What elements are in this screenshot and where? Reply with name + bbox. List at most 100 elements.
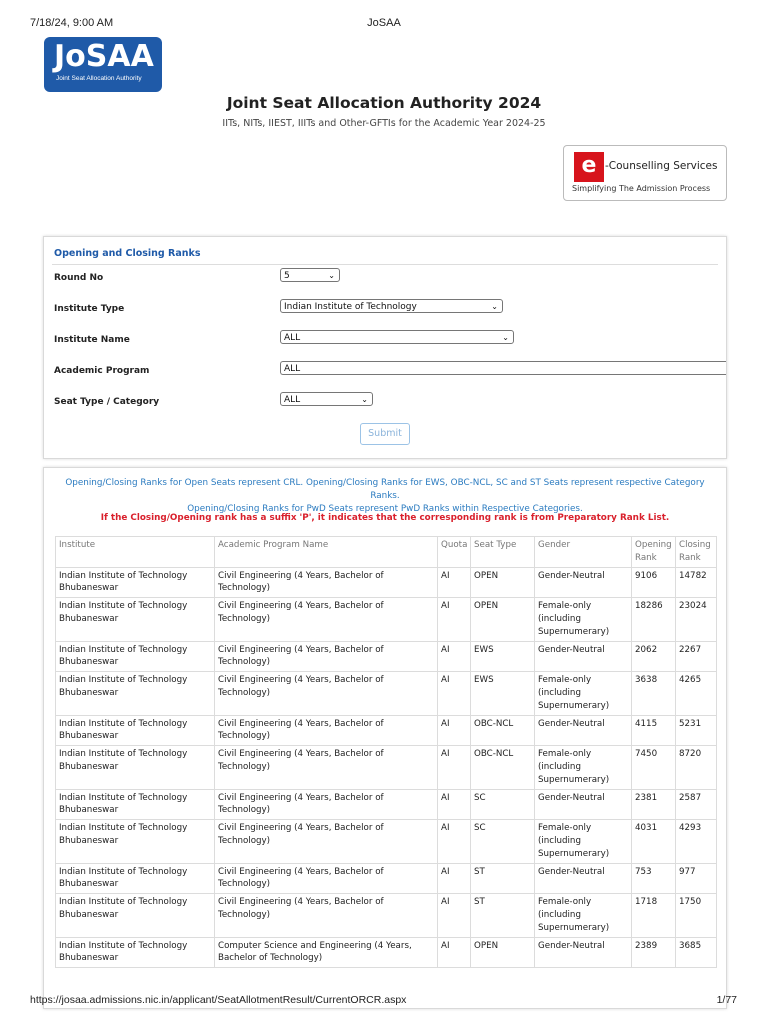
round-no-label: Round No bbox=[54, 273, 104, 283]
institute-name-value: ALL bbox=[284, 333, 301, 343]
cell-quota: AI bbox=[437, 714, 471, 747]
table-row: Indian Institute of Technology Bhubanesw… bbox=[55, 671, 717, 716]
cell-seat-type: SC bbox=[470, 819, 535, 864]
cell-quota: AI bbox=[437, 566, 471, 599]
cell-opening-rank: 4031 bbox=[631, 819, 676, 864]
cell-seat-type: OBC-NCL bbox=[470, 714, 535, 747]
cell-seat-type: EWS bbox=[470, 640, 535, 673]
institute-type-value: Indian Institute of Technology bbox=[284, 302, 417, 312]
table-row: Indian Institute of Technology Bhubanesw… bbox=[55, 597, 717, 642]
cell-opening-rank: 7450 bbox=[631, 745, 676, 790]
cell-institute: Indian Institute of Technology Bhubanesw… bbox=[55, 714, 215, 747]
preparatory-warning: If the Closing/Opening rank has a suffix… bbox=[100, 513, 670, 523]
print-page-title: JoSAA bbox=[367, 17, 401, 29]
cell-closing-rank: 23024 bbox=[675, 597, 717, 642]
cell-institute: Indian Institute of Technology Bhubanesw… bbox=[55, 640, 215, 673]
cell-quota: AI bbox=[437, 893, 471, 938]
cell-gender: Gender-Neutral bbox=[534, 566, 632, 599]
cell-gender: Gender-Neutral bbox=[534, 640, 632, 673]
col-header-closing-rank[interactable]: Closing Rank bbox=[675, 536, 717, 568]
cell-quota: AI bbox=[437, 936, 471, 969]
seat-type-label: Seat Type / Category bbox=[54, 397, 160, 407]
cell-quota: AI bbox=[437, 597, 471, 642]
cell-quota: AI bbox=[437, 640, 471, 673]
cell-institute: Indian Institute of Technology Bhubanesw… bbox=[55, 862, 215, 895]
academic-program-value: ALL bbox=[284, 364, 301, 374]
cell-seat-type: OPEN bbox=[470, 597, 535, 642]
form-divider bbox=[52, 264, 718, 265]
seat-type-value: ALL bbox=[284, 395, 301, 405]
cell-opening-rank: 2381 bbox=[631, 788, 676, 821]
cell-program: Civil Engineering (4 Years, Bachelor of … bbox=[214, 566, 438, 599]
cell-quota: AI bbox=[437, 819, 471, 864]
table-row: Indian Institute of Technology Bhubanesw… bbox=[55, 745, 717, 790]
col-header-seat-type[interactable]: Seat Type bbox=[470, 536, 535, 568]
cell-seat-type: ST bbox=[470, 893, 535, 938]
cell-opening-rank: 3638 bbox=[631, 671, 676, 716]
logo-subtitle: Joint Seat Allocation Authority bbox=[56, 75, 142, 82]
orcr-results-panel: Opening/Closing Ranks for Open Seats rep… bbox=[43, 467, 727, 1009]
cell-closing-rank: 5231 bbox=[675, 714, 717, 747]
cell-institute: Indian Institute of Technology Bhubanesw… bbox=[55, 893, 215, 938]
cell-institute: Indian Institute of Technology Bhubanesw… bbox=[55, 566, 215, 599]
seat-type-select[interactable]: ALL ⌄ bbox=[280, 392, 373, 406]
chevron-down-icon: ⌄ bbox=[328, 271, 335, 280]
cell-opening-rank: 1718 bbox=[631, 893, 676, 938]
institute-name-label: Institute Name bbox=[54, 335, 130, 345]
submit-button[interactable]: Submit bbox=[360, 423, 410, 445]
cell-opening-rank: 2389 bbox=[631, 936, 676, 969]
round-no-select[interactable]: 5 ⌄ bbox=[280, 268, 340, 282]
ecounselling-logo[interactable]: e -Counselling Services Simplifying The … bbox=[563, 145, 727, 201]
cell-closing-rank: 8720 bbox=[675, 745, 717, 790]
print-page-number: 1/77 bbox=[716, 994, 737, 1006]
col-header-opening-rank[interactable]: Opening Rank bbox=[631, 536, 676, 568]
academic-program-select[interactable]: ALL bbox=[280, 361, 726, 375]
cell-closing-rank: 14782 bbox=[675, 566, 717, 599]
cell-gender: Female-only (including Supernumerary) bbox=[534, 597, 632, 642]
cell-program: Civil Engineering (4 Years, Bachelor of … bbox=[214, 819, 438, 864]
table-row: Indian Institute of Technology Bhubanesw… bbox=[55, 936, 717, 969]
page-title: Joint Seat Allocation Authority 2024 bbox=[226, 94, 542, 112]
cell-institute: Indian Institute of Technology Bhubanesw… bbox=[55, 597, 215, 642]
chevron-down-icon: ⌄ bbox=[502, 333, 509, 342]
col-header-quota[interactable]: Quota bbox=[437, 536, 471, 568]
col-header-institute[interactable]: Institute bbox=[55, 536, 215, 568]
table-row: Indian Institute of Technology Bhubanesw… bbox=[55, 893, 717, 938]
cell-program: Civil Engineering (4 Years, Bachelor of … bbox=[214, 788, 438, 821]
cell-seat-type: OBC-NCL bbox=[470, 745, 535, 790]
cell-seat-type: OPEN bbox=[470, 936, 535, 969]
cell-closing-rank: 2587 bbox=[675, 788, 717, 821]
table-row: Indian Institute of Technology Bhubanesw… bbox=[55, 862, 717, 895]
cell-quota: AI bbox=[437, 862, 471, 895]
chevron-down-icon: ⌄ bbox=[491, 302, 498, 311]
cell-seat-type: EWS bbox=[470, 671, 535, 716]
cell-opening-rank: 4115 bbox=[631, 714, 676, 747]
institute-name-select[interactable]: ALL ⌄ bbox=[280, 330, 514, 344]
col-header-program[interactable]: Academic Program Name bbox=[214, 536, 438, 568]
cell-seat-type: ST bbox=[470, 862, 535, 895]
cell-program: Civil Engineering (4 Years, Bachelor of … bbox=[214, 745, 438, 790]
cell-seat-type: SC bbox=[470, 788, 535, 821]
institute-type-label: Institute Type bbox=[54, 304, 125, 314]
cell-quota: AI bbox=[437, 671, 471, 716]
institute-type-select[interactable]: Indian Institute of Technology ⌄ bbox=[280, 299, 503, 313]
table-row: Indian Institute of Technology Bhubanesw… bbox=[55, 640, 717, 673]
table-row: Indian Institute of Technology Bhubanesw… bbox=[55, 788, 717, 821]
cell-gender: Female-only (including Supernumerary) bbox=[534, 745, 632, 790]
cell-closing-rank: 3685 bbox=[675, 936, 717, 969]
cell-gender: Female-only (including Supernumerary) bbox=[534, 893, 632, 938]
cell-gender: Gender-Neutral bbox=[534, 788, 632, 821]
cell-program: Civil Engineering (4 Years, Bachelor of … bbox=[214, 640, 438, 673]
cell-opening-rank: 753 bbox=[631, 862, 676, 895]
col-header-gender[interactable]: Gender bbox=[534, 536, 632, 568]
rank-info-line-1: Opening/Closing Ranks for Open Seats rep… bbox=[65, 478, 705, 501]
cell-opening-rank: 2062 bbox=[631, 640, 676, 673]
orcr-table: Institute Academic Program Name Quota Se… bbox=[55, 536, 717, 969]
josaa-logo[interactable]: JoSAA Joint Seat Allocation Authority bbox=[44, 37, 162, 92]
rank-info-note: Opening/Closing Ranks for Open Seats rep… bbox=[54, 477, 716, 516]
cell-program: Civil Engineering (4 Years, Bachelor of … bbox=[214, 714, 438, 747]
orcr-form-panel: Opening and Closing Ranks Round No 5 ⌄ In… bbox=[43, 236, 727, 459]
cell-gender: Gender-Neutral bbox=[534, 936, 632, 969]
cell-seat-type: OPEN bbox=[470, 566, 535, 599]
form-heading: Opening and Closing Ranks bbox=[54, 248, 201, 259]
